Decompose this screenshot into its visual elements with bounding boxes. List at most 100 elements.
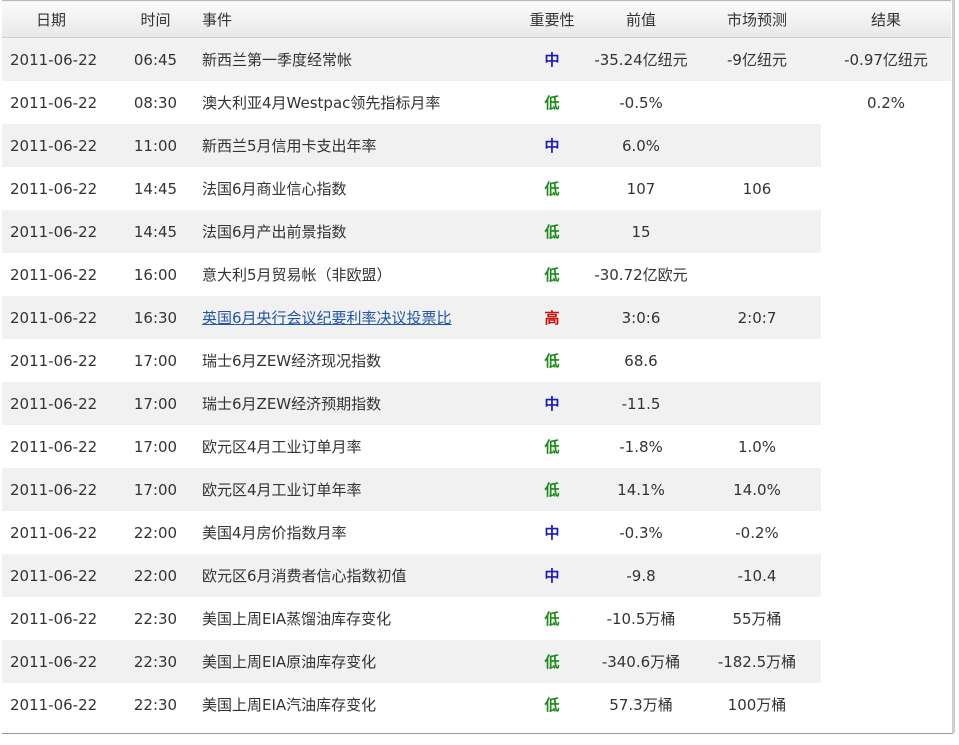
row-date: 2011-06-22: [2, 511, 119, 554]
importance-badge: 低: [544, 610, 560, 628]
header-time: 时间: [119, 0, 192, 38]
row-event: 英国6月央行会议纪要利率决议投票比: [192, 296, 515, 339]
row-time: 22:30: [119, 683, 192, 726]
row-previous: 107: [589, 167, 693, 210]
row-event: 法国6月产出前景指数: [192, 210, 515, 253]
importance-badge: 高: [544, 309, 560, 327]
row-forecast: 14.0%: [693, 468, 821, 511]
row-time: 17:00: [119, 339, 192, 382]
row-time: 16:00: [119, 253, 192, 296]
row-event: 瑞士6月ZEW经济现况指数: [192, 339, 515, 382]
row-importance: 中: [515, 382, 589, 425]
table-row: 2011-06-22 22:30 美国上周EIA原油库存变化 低 -340.6万桶 -18…: [2, 640, 951, 683]
row-time: 11:00: [119, 124, 192, 167]
row-result: [821, 296, 951, 339]
row-result: -0.97亿纽元: [821, 37, 951, 81]
table-row: 2011-06-22 16:00 意大利5月贸易帐（非欧盟） 低 -30.72亿欧元: [2, 253, 951, 296]
row-result: [821, 468, 951, 511]
table-row: 2011-06-22 17:00 欧元区4月工业订单月率 低 -1.8% 1.0%: [2, 425, 951, 468]
row-previous: -0.5%: [589, 81, 693, 124]
header-result: 结果: [821, 0, 951, 38]
row-forecast: [693, 124, 821, 167]
table-row: 2011-06-22 16:30 英国6月央行会议纪要利率决议投票比 高 3:0:6 2:…: [2, 296, 951, 339]
table-row: 2011-06-22 22:00 欧元区6月消费者信心指数初值 中 -9.8 -10.4: [2, 554, 951, 597]
row-previous: -10.5万桶: [589, 597, 693, 640]
row-result: 0.2%: [821, 81, 951, 124]
row-time: 17:00: [119, 382, 192, 425]
table-row: 2011-06-22 22:30 美国上周EIA汽油库存变化 低 57.3万桶 100万桶: [2, 683, 951, 726]
row-previous: -1.8%: [589, 425, 693, 468]
table-row: 2011-06-22 06:45 新西兰第一季度经常帐 中 -35.24亿纽元 -9亿纽元…: [2, 37, 951, 81]
header-importance: 重要性: [515, 0, 589, 38]
row-event: 美国上周EIA蒸馏油库存变化: [192, 597, 515, 640]
importance-badge: 低: [544, 180, 560, 198]
row-event: 欧元区6月消费者信心指数初值: [192, 554, 515, 597]
table-row: 2011-06-22 14:45 法国6月商业信心指数 低 107 106: [2, 167, 951, 210]
row-previous: -35.24亿纽元: [589, 37, 693, 81]
event-link[interactable]: 英国6月央行会议纪要利率决议投票比: [202, 309, 452, 327]
row-time: 17:00: [119, 425, 192, 468]
row-result: [821, 382, 951, 425]
row-time: 14:45: [119, 167, 192, 210]
row-previous: 68.6: [589, 339, 693, 382]
row-importance: 低: [515, 253, 589, 296]
importance-badge: 低: [544, 653, 560, 671]
row-importance: 低: [515, 81, 589, 124]
row-date: 2011-06-22: [2, 597, 119, 640]
row-event: 欧元区4月工业订单月率: [192, 425, 515, 468]
row-time: 06:45: [119, 37, 192, 81]
row-previous: -9.8: [589, 554, 693, 597]
row-date: 2011-06-22: [2, 382, 119, 425]
calendar-body: 2011-06-22 06:45 新西兰第一季度经常帐中 -35.24亿纽元 -9亿纽元…: [2, 37, 951, 726]
row-previous: 6.0%: [589, 124, 693, 167]
row-event: 瑞士6月ZEW经济预期指数: [192, 382, 515, 425]
row-forecast: -0.2%: [693, 511, 821, 554]
row-date: 2011-06-22: [2, 37, 119, 81]
row-event: 欧元区4月工业订单年率: [192, 468, 515, 511]
header-event: 事件: [192, 0, 515, 38]
row-importance: 高: [515, 296, 589, 339]
row-date: 2011-06-22: [2, 425, 119, 468]
row-date: 2011-06-22: [2, 640, 119, 683]
importance-badge: 低: [544, 438, 560, 456]
row-result: [821, 683, 951, 726]
row-forecast: [693, 339, 821, 382]
table-row: 2011-06-22 14:45 法国6月产出前景指数 低 15: [2, 210, 951, 253]
row-importance: 中: [515, 124, 589, 167]
row-previous: 3:0:6: [589, 296, 693, 339]
row-importance: 低: [515, 210, 589, 253]
row-previous: -340.6万桶: [589, 640, 693, 683]
row-previous: -0.3%: [589, 511, 693, 554]
table-row: 2011-06-22 17:00 瑞士6月ZEW经济现况指数 低 68.6: [2, 339, 951, 382]
row-time: 22:00: [119, 554, 192, 597]
row-time: 14:45: [119, 210, 192, 253]
row-date: 2011-06-22: [2, 81, 119, 124]
importance-badge: 中: [544, 137, 560, 155]
row-date: 2011-06-22: [2, 468, 119, 511]
row-event: 新西兰5月信用卡支出年率: [192, 124, 515, 167]
importance-badge: 低: [544, 94, 560, 112]
importance-badge: 中: [544, 395, 560, 413]
row-previous: -11.5: [589, 382, 693, 425]
row-importance: 低: [515, 167, 589, 210]
importance-badge: 低: [544, 352, 560, 370]
table-row: 2011-06-22 22:00 美国4月房价指数月率 中 -0.3% -0.2%: [2, 511, 951, 554]
row-event: 澳大利亚4月Westpac领先指标月率: [192, 81, 515, 124]
row-importance: 低: [515, 597, 589, 640]
header-previous: 前值: [589, 0, 693, 38]
calendar-table: 日期 时间 事件 重要性 前值 市场预测 结果 2011-06-22 06:45 新…: [2, 0, 951, 726]
scrollbar-edge[interactable]: [952, 0, 955, 733]
row-date: 2011-06-22: [2, 296, 119, 339]
table-row: 2011-06-22 22:30 美国上周EIA蒸馏油库存变化 低 -10.5万桶 55万…: [2, 597, 951, 640]
row-event: 新西兰第一季度经常帐: [192, 37, 515, 81]
row-importance: 低: [515, 339, 589, 382]
row-time: 17:00: [119, 468, 192, 511]
row-result: [821, 425, 951, 468]
row-forecast: 55万桶: [693, 597, 821, 640]
importance-badge: 低: [544, 481, 560, 499]
table-row: 2011-06-22 11:00 新西兰5月信用卡支出年率 中 6.0%: [2, 124, 951, 167]
row-result: [821, 640, 951, 683]
row-importance: 低: [515, 468, 589, 511]
row-event: 意大利5月贸易帐（非欧盟）: [192, 253, 515, 296]
table-row: 2011-06-22 08:30 澳大利亚4月Westpac领先指标月率 低 -0.5%…: [2, 81, 951, 124]
